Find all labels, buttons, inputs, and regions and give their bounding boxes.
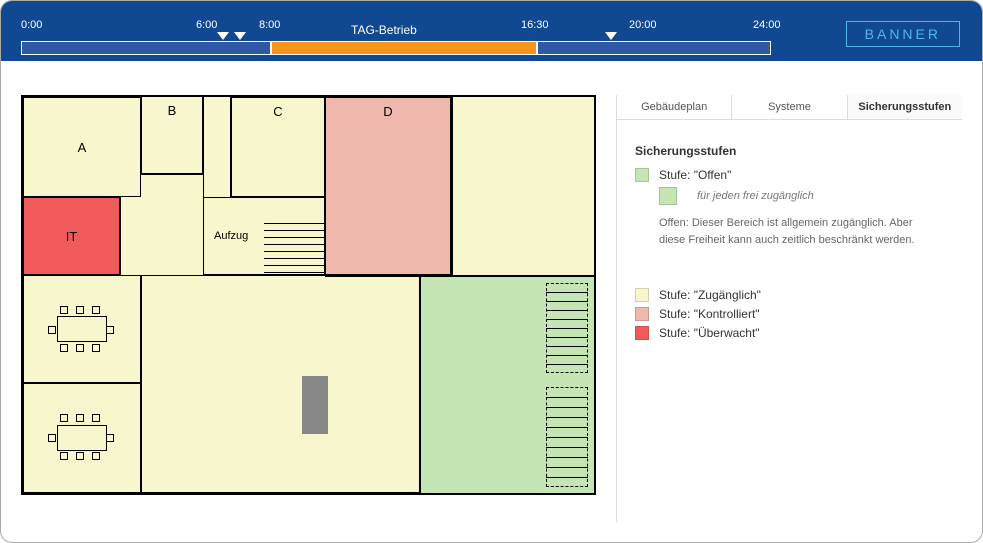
chair-icon [92, 452, 100, 460]
timeline-seg-day[interactable] [271, 41, 537, 55]
app-frame: 0:00 6:00 8:00 TAG-Betrieb 16:30 20:00 2… [0, 0, 983, 543]
elevator-label: Aufzug [214, 230, 248, 242]
chair-icon [76, 306, 84, 314]
level-name: Stufe: "Kontrolliert" [659, 307, 760, 321]
tag-mode-label: TAG-Betrieb [351, 23, 417, 37]
panel-title: Sicherungsstufen [635, 144, 944, 158]
level-name: Stufe: "Zugänglich" [659, 288, 761, 302]
level-name: Stufe: "Offen" [659, 168, 731, 182]
room-IT[interactable]: IT [23, 197, 121, 275]
room-top-right[interactable] [453, 97, 594, 275]
timeline: 0:00 6:00 8:00 TAG-Betrieb 16:30 20:00 2… [1, 1, 982, 61]
room-A[interactable]: A [23, 97, 141, 197]
room-C[interactable]: C [231, 97, 325, 197]
chair-icon [76, 452, 84, 460]
chair-icon [60, 452, 68, 460]
chair-icon [106, 434, 114, 442]
chair-icon [76, 344, 84, 352]
room-label: A [78, 140, 87, 155]
level-ueberwacht[interactable]: Stufe: "Überwacht" [635, 326, 944, 340]
room-B[interactable]: B [141, 97, 203, 175]
swatch-offen-2 [659, 187, 677, 205]
tick-6: 6:00 [196, 19, 217, 31]
tick-0: 0:00 [21, 19, 42, 31]
chair-icon [48, 326, 56, 334]
room-below-B [121, 197, 203, 275]
room-label: IT [66, 229, 78, 244]
stairs [264, 217, 324, 274]
timeline-seg-night-1[interactable] [21, 41, 271, 55]
timeline-marker-icon[interactable] [217, 32, 229, 40]
level-zugaenglich[interactable]: Stufe: "Zugänglich" [635, 288, 944, 302]
chair-icon [60, 306, 68, 314]
level-offen[interactable]: Stufe: "Offen" [635, 168, 944, 182]
room-main[interactable] [141, 275, 421, 493]
floorplan: A B C D IT Aufzug [21, 95, 596, 495]
timeline-seg-night-2[interactable] [537, 41, 771, 55]
hatched-area-1 [546, 283, 588, 373]
chair-icon [92, 344, 100, 352]
meeting-room-2[interactable] [23, 383, 141, 493]
chair-icon [92, 306, 100, 314]
room-label: C [273, 104, 282, 119]
tick-20: 20:00 [629, 19, 657, 31]
tab-bar: Gebäudeplan Systeme Sicherungsstufen [617, 95, 962, 120]
corridor-AB [141, 175, 203, 197]
table-icon [57, 316, 107, 342]
room-green[interactable] [421, 275, 594, 493]
level-name: Stufe: "Überwacht" [659, 326, 760, 340]
level-kontrolliert[interactable]: Stufe: "Kontrolliert" [635, 307, 944, 321]
room-label: D [383, 104, 392, 119]
level-long-desc: Offen: Dieser Bereich ist allgemein zugä… [659, 215, 939, 248]
chair-icon [106, 326, 114, 334]
tick-24: 24:00 [753, 19, 781, 31]
chair-icon [92, 414, 100, 422]
tick-1630: 16:30 [521, 19, 549, 31]
chair-icon [60, 344, 68, 352]
timeline-marker-icon[interactable] [234, 32, 246, 40]
table-icon [57, 425, 107, 451]
timeline-header: 0:00 6:00 8:00 TAG-Betrieb 16:30 20:00 2… [1, 1, 982, 61]
corridor-BC [203, 97, 231, 197]
elevator[interactable]: Aufzug [203, 197, 325, 275]
room-D[interactable]: D [325, 97, 453, 275]
banner-button[interactable]: BANNER [846, 21, 960, 47]
tab-systeme[interactable]: Systeme [731, 95, 846, 119]
room-label: B [168, 103, 177, 118]
timeline-track[interactable] [21, 41, 769, 55]
swatch-ueberwacht [635, 326, 649, 340]
chair-icon [60, 414, 68, 422]
tick-8: 8:00 [259, 19, 280, 31]
hatched-area-2 [546, 387, 588, 487]
pillar [302, 376, 328, 434]
content: A B C D IT Aufzug [1, 61, 982, 542]
swatch-zugaenglich [635, 288, 649, 302]
panel-body: Sicherungsstufen Stufe: "Offen" für jede… [617, 120, 962, 369]
meeting-room-1[interactable] [23, 275, 141, 383]
side-panel: Gebäudeplan Systeme Sicherungsstufen Sic… [616, 95, 962, 522]
tab-sicherungsstufen[interactable]: Sicherungsstufen [847, 95, 962, 119]
divider [325, 275, 594, 277]
swatch-kontrolliert [635, 307, 649, 321]
timeline-marker-icon[interactable] [605, 32, 617, 40]
swatch-offen [635, 168, 649, 182]
tab-gebaudeplan[interactable]: Gebäudeplan [617, 95, 731, 119]
chair-icon [76, 414, 84, 422]
chair-icon [48, 434, 56, 442]
level-desc: für jeden frei zugänglich [697, 190, 814, 202]
